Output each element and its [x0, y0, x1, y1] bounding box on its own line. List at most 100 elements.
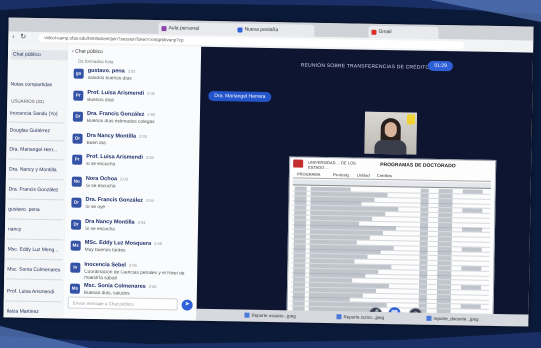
table-cell	[437, 256, 452, 261]
message-time: 2:04	[145, 197, 154, 204]
chat-header: ‹ Chat público	[72, 48, 103, 56]
message-text: saludos buenos días	[87, 75, 132, 82]
table-cell	[293, 277, 306, 282]
message-text: Si se oye	[85, 204, 106, 211]
avatar: Ms	[69, 283, 81, 294]
message-time: 2:04	[137, 219, 146, 225]
table-cell	[438, 203, 453, 208]
participant-item[interactable]: Inocencia Sandu (Yo)	[10, 110, 64, 117]
table-cell	[418, 289, 427, 294]
table-cell	[436, 304, 451, 309]
browser-tab-label: Nueva pestaña	[244, 26, 279, 34]
avatar: Pr	[72, 154, 83, 165]
message-time: 2:05	[128, 262, 137, 268]
table-cell	[419, 275, 428, 280]
shared-presentation[interactable]: UNIVERSIDAD ... DE LOS ESTADO ... PROGRAM…	[286, 156, 497, 318]
message-author-name: gustavo. pena	[87, 67, 125, 75]
webcam-video[interactable]	[364, 111, 418, 155]
table-cell	[419, 246, 428, 251]
table-cell	[419, 255, 428, 260]
table-cell	[436, 299, 451, 304]
public-chat-item[interactable]: Chat público	[10, 49, 70, 61]
table-cell	[420, 222, 429, 227]
participant-item[interactable]: Prof. Luisa Arismendi	[7, 288, 61, 295]
download-item-label: reporte_docente...jpeg	[433, 315, 479, 322]
message-time: 2:03	[145, 154, 154, 160]
chat-panel: ‹ Chat público Os formados hola gu gustav…	[63, 44, 203, 321]
participant-item[interactable]: Dra. Francis González	[9, 186, 63, 193]
table-cell	[420, 217, 429, 222]
message-time: 2:05	[154, 241, 162, 247]
table-cell	[294, 200, 307, 206]
table-cell	[293, 248, 306, 254]
participant-item[interactable]: Msc. Sonia Colmenares	[7, 266, 61, 273]
file-icon	[244, 312, 250, 319]
divider	[5, 300, 62, 303]
table-cell	[294, 220, 307, 225]
message-author: gustavo. pena 2:02	[88, 68, 136, 75]
table-cell	[437, 260, 452, 266]
participant-item[interactable]: nancy	[8, 226, 62, 233]
participant-item[interactable]: Ilaiza Martinez	[6, 308, 60, 315]
message-text: Si se escucha	[85, 183, 116, 189]
chat-message: Dr Dra Nancy Montilla 2:03 Buen día	[69, 131, 197, 155]
table-cell	[419, 236, 428, 241]
chat-message: In Inocencia Sebel 2:05 Coordinación de Cie…	[67, 260, 195, 284]
avatar: Dr	[72, 111, 84, 122]
message-author: Nora Ochoa 2:03	[86, 175, 128, 182]
participant-item[interactable]: Douglas Gutiérrez	[10, 127, 64, 134]
chat-message: Dr Dra Nancy Montilla 2:04 Si se escucha	[68, 217, 196, 241]
table-cell	[418, 299, 427, 304]
table-cell	[420, 198, 429, 203]
back-icon[interactable]: ‹	[12, 34, 14, 42]
table-cell	[436, 284, 452, 290]
table-cell	[293, 253, 306, 258]
avatar: In	[70, 262, 81, 273]
reload-icon[interactable]: ↻	[20, 34, 26, 42]
avatar: Ms	[70, 240, 81, 251]
divider	[8, 121, 65, 124]
table-cell	[419, 260, 428, 265]
message-text: Si se escucha	[84, 226, 115, 232]
message-text: si se escucha	[86, 161, 116, 168]
download-item-label: Reporte usuario...jpeg	[251, 312, 296, 319]
avatar: No	[71, 176, 82, 187]
table-cell	[293, 272, 306, 278]
table-cell	[292, 292, 305, 297]
download-item[interactable]: reporte_docente...jpeg	[426, 315, 479, 322]
participants-panel: Chat público Notas compartidas USUARIOS …	[3, 43, 70, 319]
table-cell	[420, 212, 429, 217]
table-cell	[438, 198, 453, 203]
participant-item[interactable]: gustavo. pena	[8, 206, 62, 213]
table-cell	[419, 251, 428, 256]
table-cell	[294, 210, 307, 215]
table-cell	[438, 193, 453, 199]
doc-tab: Unidad	[356, 172, 370, 178]
chat-message: Pr Prof. Luisa Arismendi 2:02 Buenos días	[70, 88, 198, 112]
send-button[interactable]: ➤	[181, 299, 193, 311]
table-cell	[420, 207, 429, 212]
chat-message-input[interactable]: Enviar mensaje a Chat público	[67, 296, 178, 311]
table-cell	[438, 222, 453, 227]
download-item[interactable]: Reporte usuario...jpeg	[244, 312, 296, 319]
document-org: UNIVERSIDAD ... DE LOS ESTADO ...	[308, 160, 356, 171]
participant-item[interactable]: Dra. Nancy y Montilla	[9, 166, 63, 173]
table-cell	[437, 280, 452, 285]
message-author: Dra. Francis González 2:02	[87, 111, 155, 118]
table-cell	[420, 203, 429, 208]
browser-tab-label: Gmail	[378, 28, 392, 36]
chat-message: Pr Prof. Luisa Arismendi 2:03 si se escucha	[69, 153, 197, 177]
message-text: Muy buenos tardes	[84, 247, 126, 254]
table-cell	[418, 294, 427, 299]
doc-tab: Créditos	[376, 172, 392, 179]
shared-notes-item[interactable]: Notas compartidas	[10, 81, 64, 88]
table-cell	[437, 265, 452, 271]
download-item[interactable]: Reporte curso...jpeg	[336, 314, 384, 320]
divider	[6, 238, 63, 241]
message-author: Msc. Sonia Colmenares 2:06	[84, 283, 157, 290]
participant-item[interactable]: Dra. Mariangel Herr...	[9, 146, 63, 153]
participant-item[interactable]: Msc. Eddy Luz Meng...	[8, 246, 62, 253]
message-author-name: Dra Nancy Montilla	[85, 218, 135, 226]
doc-tab: PROGRAMA	[296, 171, 321, 177]
message-author-name: MSc. Eddy Luz Mosquera	[84, 239, 152, 247]
